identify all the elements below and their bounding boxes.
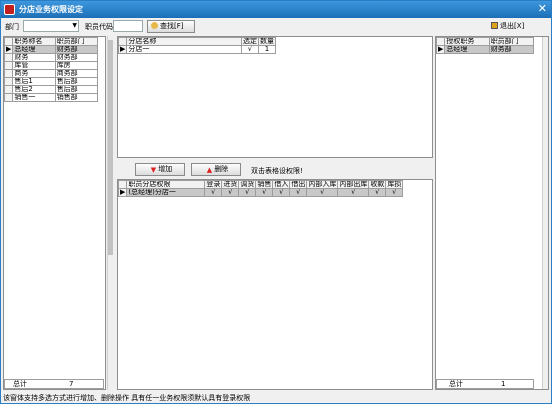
chevron-down-icon[interactable]: ▼ bbox=[72, 22, 77, 29]
title-bar: 分店业务权限设定 ✕ bbox=[1, 1, 551, 18]
window-title: 分店业务权限设定 bbox=[19, 5, 83, 14]
table-row[interactable]: 销售一 销售部 bbox=[3, 93, 99, 102]
table-row[interactable]: ▶ 分店一 √ 1 bbox=[117, 45, 276, 54]
add-button[interactable]: ▼ 增加 bbox=[135, 163, 185, 176]
delete-button-label: 删除 bbox=[214, 165, 229, 173]
delete-button[interactable]: ▲ 删除 bbox=[191, 163, 241, 176]
table-row[interactable]: 库管 库房 bbox=[3, 61, 99, 70]
store-panel: 分店名称 选定 数量 ▶ 分店一 √ 1 bbox=[117, 36, 433, 158]
col-header-dept: 职员部门 bbox=[54, 37, 99, 46]
table-row[interactable]: 售后1 售后部 bbox=[3, 77, 99, 86]
search-icon bbox=[151, 22, 158, 29]
authorized-table: 授权职务 职员部门 ▶ 总经理 财务部 bbox=[435, 37, 535, 54]
arrow-down-icon: ▼ bbox=[150, 166, 157, 174]
code-label: 职员代码 bbox=[85, 23, 113, 31]
authorized-panel: 授权职务 职员部门 ▶ 总经理 财务部 总计 1 bbox=[435, 36, 549, 390]
auth-total-value: 1 bbox=[501, 380, 506, 388]
dept-select[interactable]: ▼ bbox=[23, 20, 79, 32]
staff-list-panel: 职务称名 职员部门 ▶ 总经理 财务部 财务 财务部 库管 库房 商务 商务部 售后1 售后部… bbox=[3, 36, 106, 390]
table-row[interactable]: ▶ (总经理)分店一 √ √ √ √ √ √ √ √ √ √ bbox=[117, 188, 404, 197]
staff-footer: 总计 7 bbox=[4, 379, 104, 389]
arrow-up-icon: ▲ bbox=[206, 166, 213, 174]
permission-panel: 职员分店权限 登录 进货 调货 销售 借入 借出 内部入库 内部出库 收款 库损 ▶ (总经理)分店一… bbox=[117, 179, 433, 390]
scroll-thumb[interactable] bbox=[108, 40, 113, 255]
toolbar: 部门 ▼ 职员代码 查找[F] 退出[X] bbox=[1, 18, 551, 36]
authorized-footer: 总计 1 bbox=[436, 379, 534, 389]
staff-total-value: 7 bbox=[69, 380, 74, 388]
exit-button[interactable]: 退出[X] bbox=[487, 20, 529, 33]
close-icon[interactable]: ✕ bbox=[538, 2, 547, 15]
exit-button-label: 退出[X] bbox=[500, 22, 525, 30]
hint-text: 双击表格设权限! bbox=[251, 167, 303, 175]
search-button-label: 查找[F] bbox=[160, 22, 184, 30]
center-scrollbar[interactable] bbox=[107, 36, 113, 390]
table-row[interactable]: 财务 财务部 bbox=[3, 53, 99, 62]
auth-total-label: 总计 bbox=[449, 380, 463, 388]
staff-total-label: 总计 bbox=[13, 380, 27, 388]
table-row[interactable]: 售后2 售后部 bbox=[3, 85, 99, 94]
right-scrollbar[interactable] bbox=[542, 37, 548, 389]
permission-table: 职员分店权限 登录 进货 调货 销售 借入 借出 内部入库 内部出库 收款 库损 ▶ (总经理)分店一… bbox=[117, 180, 404, 197]
door-icon bbox=[491, 22, 498, 29]
table-row[interactable]: ▶ 总经理 财务部 bbox=[3, 45, 99, 54]
table-row[interactable]: 商务 商务部 bbox=[3, 69, 99, 78]
add-button-label: 增加 bbox=[158, 165, 173, 173]
staff-table: 职务称名 职员部门 ▶ 总经理 财务部 财务 财务部 库管 库房 商务 商务部 售后1 售后部… bbox=[3, 37, 99, 102]
code-input[interactable] bbox=[113, 20, 143, 32]
col-header-store: 分店名称 bbox=[126, 37, 242, 46]
col-header-qty: 数量 bbox=[258, 37, 276, 46]
table-row[interactable]: ▶ 总经理 财务部 bbox=[435, 45, 535, 54]
col-header-title: 职务称名 bbox=[12, 37, 56, 46]
store-table: 分店名称 选定 数量 ▶ 分店一 √ 1 bbox=[117, 37, 276, 54]
main-window: 分店业务权限设定 ✕ 部门 ▼ 职员代码 查找[F] 退出[X] 职务称名 职员部… bbox=[0, 0, 552, 404]
status-bar: 该窗体支持多选方式进行增加、删除操作 具有任一业务权限须默认具有登录权限 bbox=[3, 394, 251, 402]
search-button[interactable]: 查找[F] bbox=[147, 20, 195, 33]
app-icon bbox=[4, 4, 15, 15]
col-header-selected: 选定 bbox=[241, 37, 259, 46]
dept-label: 部门 bbox=[5, 23, 19, 31]
